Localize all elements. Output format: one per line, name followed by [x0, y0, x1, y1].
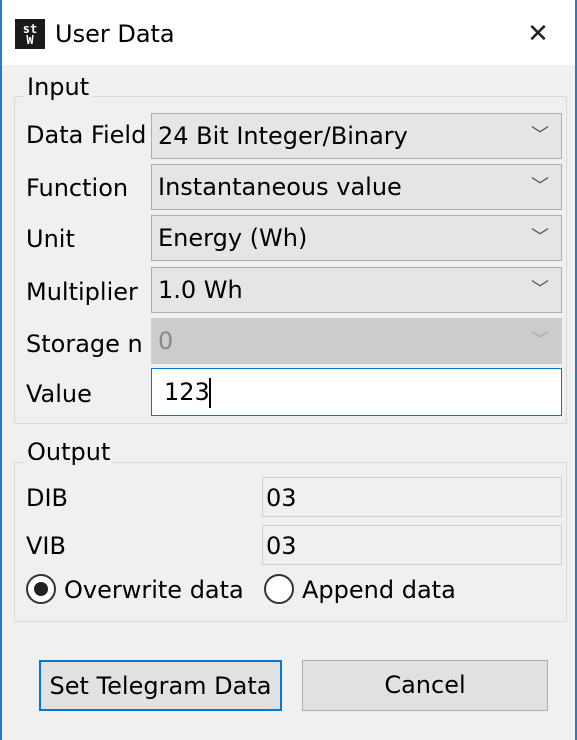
chevron-down-icon: ﹀ [531, 125, 549, 146]
close-icon[interactable]: ✕ [518, 14, 558, 54]
storage-label: Storage n [26, 330, 143, 358]
user-data-dialog: st W User Data ✕ Input Data Field 24 Bit… [0, 0, 577, 740]
function-label: Function [26, 174, 129, 202]
dib-value: 03 [266, 484, 297, 512]
input-group-title: Input [24, 72, 93, 102]
app-logo-icon: st W [15, 19, 45, 49]
data-field-select[interactable]: 24 Bit Integer/Binary ﹀ [151, 113, 562, 159]
dib-field: 03 [262, 477, 562, 517]
chevron-down-icon: ﹀ [531, 227, 549, 248]
output-group-title: Output [24, 437, 114, 467]
unit-value: Energy (Wh) [158, 224, 308, 252]
chevron-down-icon: ﹀ [531, 330, 549, 351]
function-select[interactable]: Instantaneous value ﹀ [151, 164, 562, 210]
unit-select[interactable]: Energy (Wh) ﹀ [151, 215, 562, 261]
data-field-label: Data Field [26, 121, 147, 149]
storage-select: 0 ﹀ [151, 318, 562, 364]
value-label: Value [26, 380, 92, 408]
value-input[interactable]: 123 [151, 368, 562, 416]
text-caret [209, 378, 211, 408]
vib-field: 03 [262, 525, 562, 565]
chevron-down-icon: ﹀ [531, 279, 549, 300]
window-title: User Data [55, 20, 175, 48]
function-value: Instantaneous value [158, 173, 402, 201]
radio-selected-dot [34, 582, 48, 596]
vib-label: VIB [26, 532, 66, 560]
multiplier-label: Multiplier [26, 278, 138, 306]
chevron-down-icon: ﹀ [531, 176, 549, 197]
set-telegram-data-button[interactable]: Set Telegram Data [39, 660, 282, 711]
data-field-value: 24 Bit Integer/Binary [158, 122, 408, 150]
cancel-button[interactable]: Cancel [302, 660, 548, 711]
overwrite-data-label[interactable]: Overwrite data [64, 573, 244, 607]
vib-value: 03 [266, 532, 297, 560]
title-bar: st W User Data ✕ [2, 0, 575, 65]
value-input-text: 123 [164, 378, 210, 406]
unit-label: Unit [26, 225, 75, 253]
dib-label: DIB [26, 484, 69, 512]
append-data-label[interactable]: Append data [302, 573, 456, 607]
append-data-radio[interactable] [264, 574, 294, 604]
overwrite-data-radio[interactable] [26, 574, 56, 604]
storage-value: 0 [158, 327, 174, 355]
multiplier-select[interactable]: 1.0 Wh ﹀ [151, 267, 562, 313]
multiplier-value: 1.0 Wh [158, 276, 243, 304]
